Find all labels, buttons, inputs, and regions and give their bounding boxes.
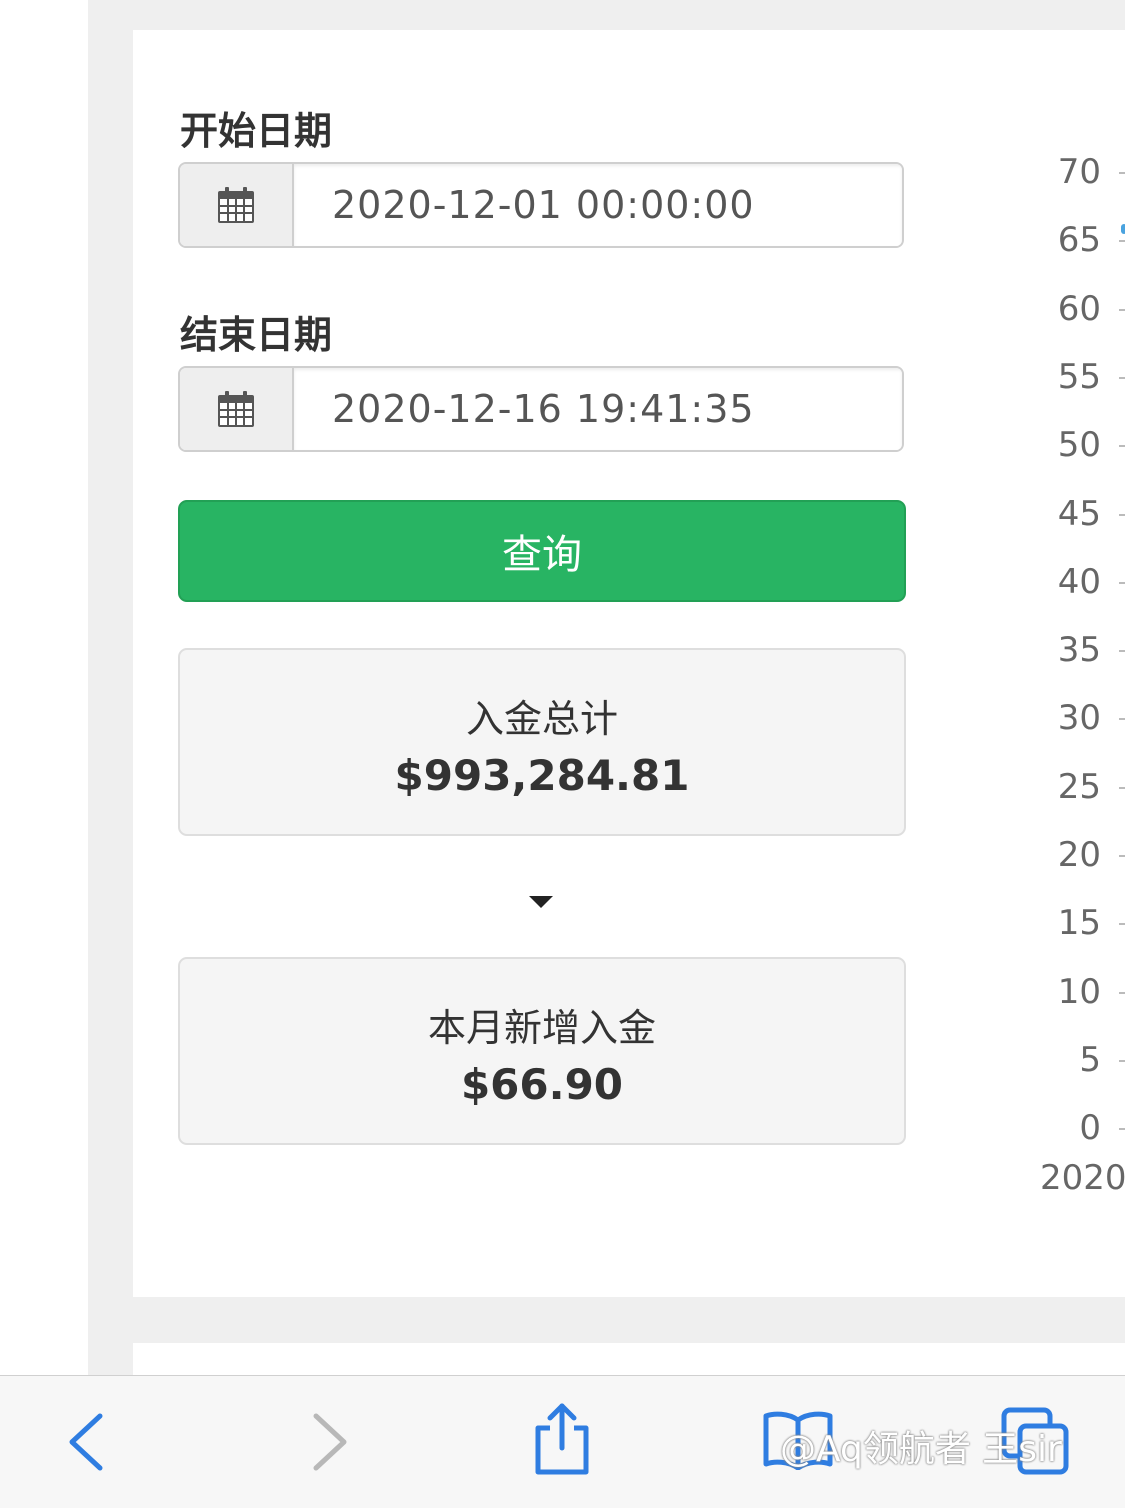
y-tick-label: 45	[1057, 493, 1101, 534]
y-tick-label: 5	[1079, 1039, 1101, 1080]
y-tick-mark	[1119, 1128, 1125, 1131]
y-tick-mark	[1119, 308, 1125, 311]
calendar-icon	[218, 391, 254, 427]
y-tick-mark	[1119, 581, 1125, 584]
y-tick-mark	[1119, 172, 1125, 174]
y-tick-mark	[1119, 786, 1125, 789]
total-deposit-value: $993,284.81	[394, 751, 690, 800]
start-date-calendar-addon[interactable]	[180, 164, 294, 246]
caret-down-icon	[529, 896, 553, 908]
y-tick-mark	[1119, 513, 1125, 516]
y-tick-mark	[1119, 855, 1125, 857]
y-tick-label: 70	[1057, 152, 1101, 192]
month-deposit-value: $66.90	[460, 1060, 624, 1109]
end-date-group	[178, 366, 904, 452]
y-tick-mark	[1119, 445, 1125, 448]
query-button[interactable]: 查询	[178, 500, 906, 602]
watermark: @Aq领航者 王sir	[780, 1429, 1062, 1470]
y-tick-label: 10	[1057, 971, 1101, 1012]
end-date-label: 结束日期	[180, 313, 333, 357]
y-tick-mark	[1119, 718, 1125, 721]
forward-icon[interactable]	[310, 1412, 350, 1472]
end-date-input[interactable]	[294, 368, 902, 450]
total-deposit-title: 入金总计	[465, 697, 618, 741]
y-tick-label: 55	[1057, 356, 1101, 397]
y-tick-mark	[1119, 376, 1125, 379]
y-tick-mark	[1119, 650, 1125, 653]
y-tick-label: 40	[1057, 561, 1101, 602]
end-date-calendar-addon[interactable]	[180, 368, 294, 450]
start-date-group	[178, 162, 904, 248]
start-date-label: 开始日期	[180, 109, 333, 153]
back-icon[interactable]	[66, 1412, 106, 1472]
y-tick-mark	[1119, 991, 1125, 994]
y-tick-label: 0	[1079, 1108, 1101, 1149]
y-tick-label: 35	[1057, 630, 1101, 671]
series-point	[1121, 224, 1125, 234]
month-deposit-box: 本月新增入金 $66.90	[178, 957, 906, 1145]
total-deposit-box: 入金总计 $993,284.81	[178, 648, 906, 836]
x-tick-label: 2020-	[1040, 1158, 1125, 1198]
month-deposit-title: 本月新增入金	[427, 1006, 656, 1050]
y-tick-label: 15	[1057, 903, 1101, 944]
y-tick-mark	[1119, 923, 1125, 926]
y-tick-label: 30	[1057, 698, 1101, 739]
calendar-icon	[218, 187, 254, 223]
y-tick-label: 60	[1057, 288, 1101, 329]
y-tick-label: 25	[1057, 766, 1101, 807]
start-date-input[interactable]	[294, 164, 902, 246]
y-tick-mark	[1119, 1059, 1125, 1062]
share-icon[interactable]	[530, 1402, 594, 1476]
y-tick-label: 65	[1057, 220, 1101, 261]
y-tick-label: 50	[1057, 425, 1101, 466]
y-tick-label: 20	[1057, 835, 1101, 875]
y-tick-mark	[1119, 240, 1125, 243]
